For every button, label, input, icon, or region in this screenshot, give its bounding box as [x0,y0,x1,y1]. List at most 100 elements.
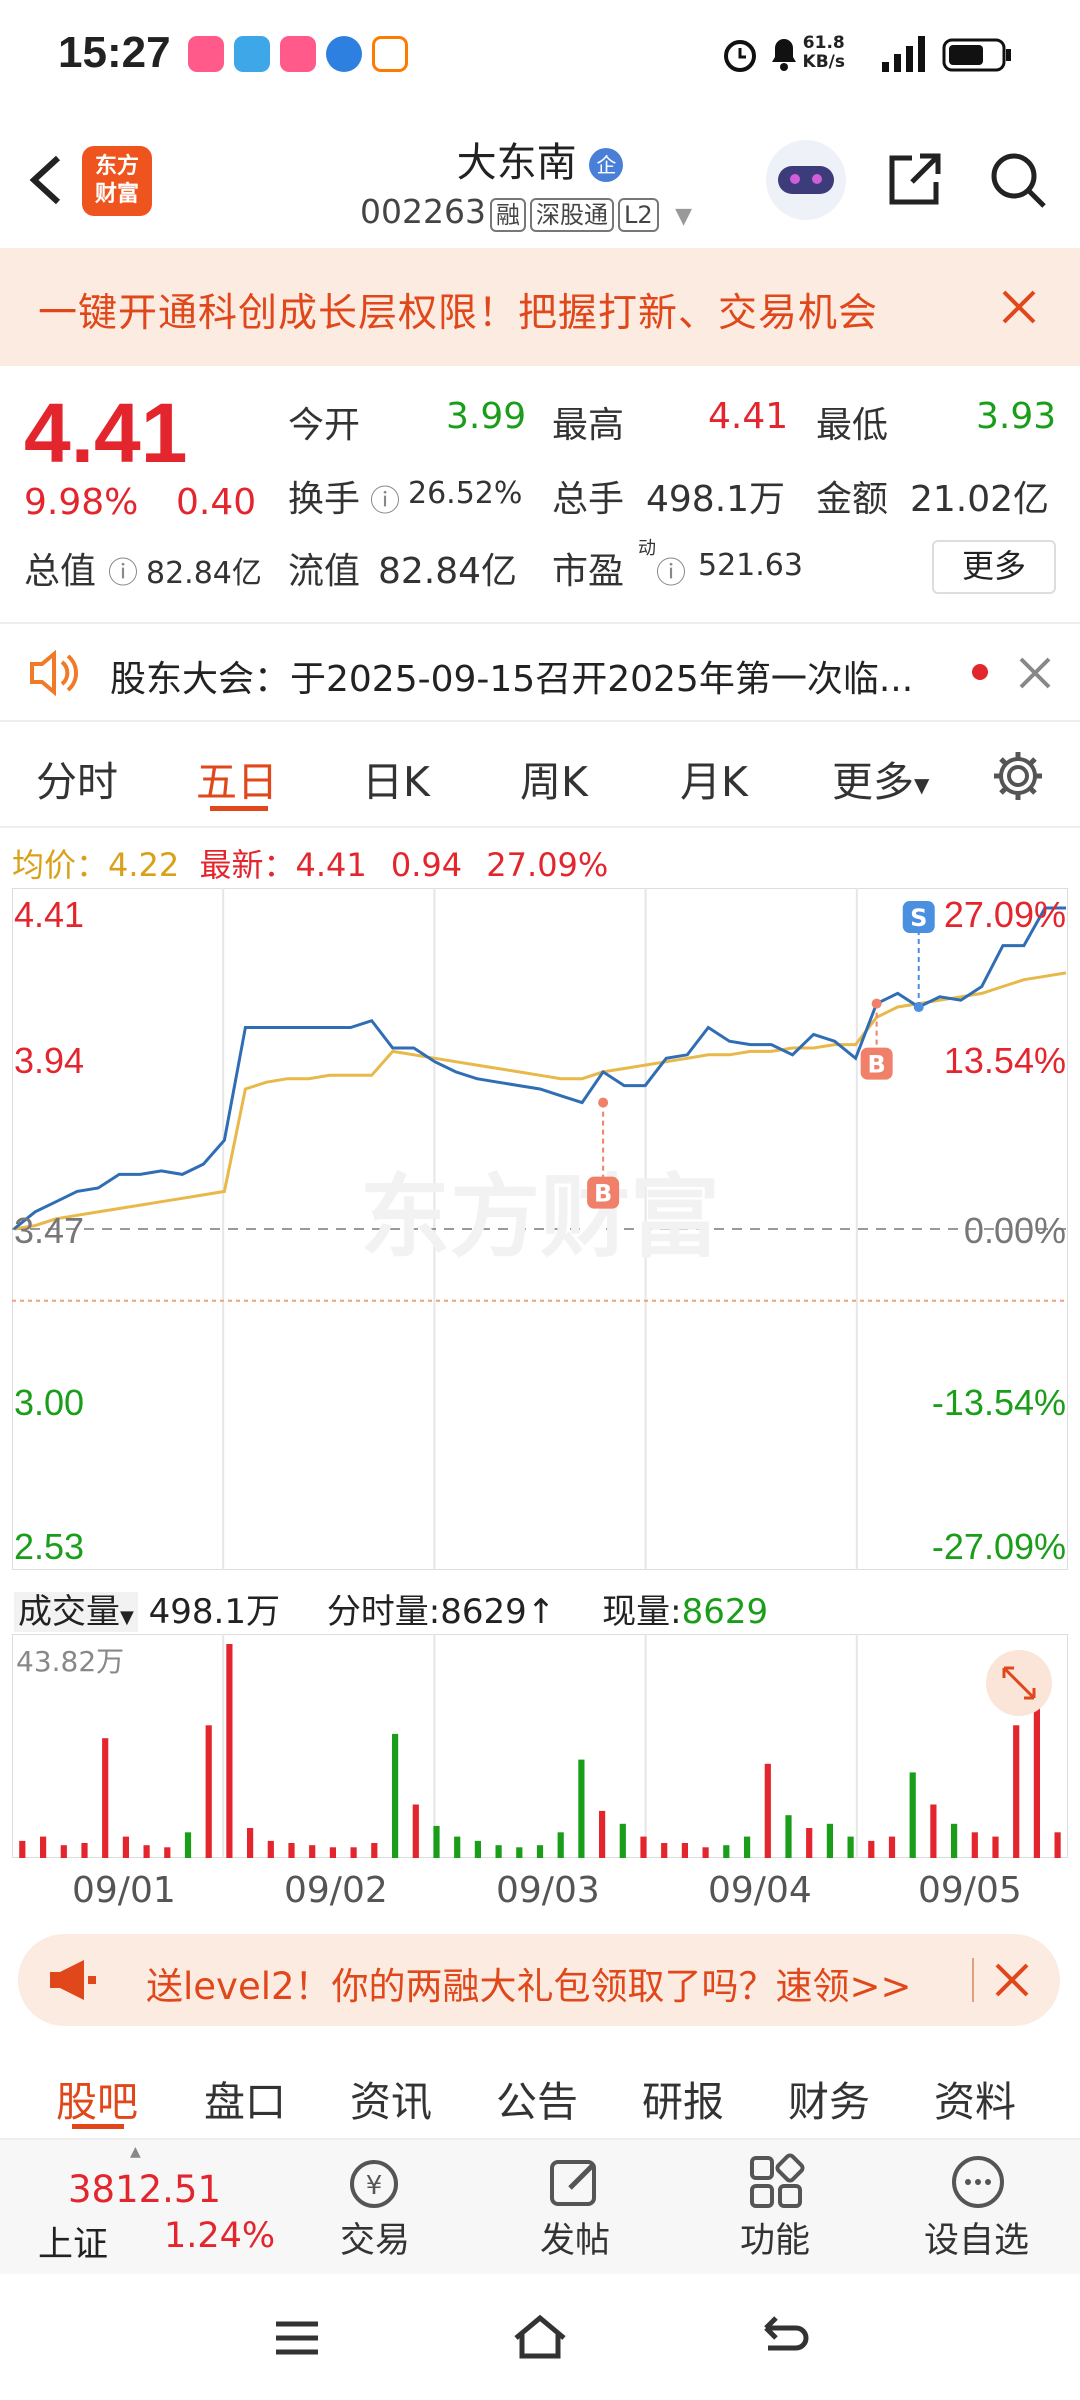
more-button[interactable]: 更多 [932,540,1056,594]
post-label[interactable]: 发帖 [540,2212,610,2263]
function-label[interactable]: 功能 [740,2212,810,2263]
mktcap-label: 总值 [24,551,97,592]
y-tick-right-2: 0.00% [963,1210,1066,1251]
info-icon[interactable]: ⓘ [370,476,400,520]
function-grid-icon[interactable] [746,2152,806,2212]
tab-monthly-k[interactable]: 月K [680,748,748,808]
trade-icon[interactable]: ¥ [342,2154,406,2214]
battery-icon [942,38,1011,72]
volume-bar [971,1832,978,1858]
index-name[interactable]: 上证 [38,2216,108,2267]
tick-volume-value: 8629 [440,1592,527,1632]
volume-bar [868,1840,875,1858]
trade-label[interactable]: 交易 [340,2212,410,2263]
volume-bar [309,1845,316,1858]
volume-selector[interactable]: 成交量▼ [14,1592,138,1632]
dropdown-caret-icon: ▼ [914,773,930,797]
search-icon[interactable] [986,148,1050,212]
tab-more[interactable]: 更多▼ [832,748,929,808]
alarm-icon [724,40,756,72]
compose-icon[interactable] [546,2152,606,2212]
x-tick-2: 09/03 [496,1870,600,1911]
close-icon[interactable] [1018,656,1052,690]
home-icon[interactable] [510,2312,570,2362]
volume-chart[interactable] [12,1634,1068,1858]
back-nav-icon[interactable] [758,2314,810,2360]
y-tick-left-4: 2.53 [14,1526,85,1567]
close-icon[interactable] [994,1962,1030,1998]
tab-finance[interactable]: 财务 [788,2068,870,2128]
amount-value: 21.02亿 [910,479,1050,520]
settings-gear-icon[interactable] [990,748,1046,804]
x-tick-0: 09/01 [72,1870,176,1911]
share-icon[interactable] [884,148,946,210]
y-tick-left-2: 3.47 [14,1210,85,1251]
turnover-value: 26.52% [408,476,523,511]
expand-icon[interactable] [986,1650,1052,1716]
margin-tag: 融 [489,198,526,232]
tab-more-label: 更多 [832,758,914,806]
tab-news[interactable]: 资讯 [350,2068,432,2128]
menu-icon[interactable] [272,2318,322,2358]
notification-bell-icon [772,39,796,71]
tab-intraday[interactable]: 分时 [36,748,118,808]
volume-bar [19,1840,26,1858]
robot-assistant-icon[interactable] [766,140,846,220]
close-icon[interactable] [1000,288,1038,326]
tab-profile[interactable]: 资料 [934,2068,1016,2128]
volume-bar [909,1772,916,1858]
telegram-icon [234,36,270,72]
add-watchlist-icon[interactable] [948,2152,1008,2212]
volume-bar [350,1847,357,1858]
promo-banner[interactable]: 一键开通科创成长层权限！把握打新、交易机会 [0,248,1080,366]
trade-marker-point [871,998,882,1009]
notice-bar[interactable]: 股东大会：于2025-09-15召开2025年第一次临... [0,622,1080,722]
volume-bar [329,1847,336,1858]
level2-promo[interactable]: 送level2！你的两融大礼包领取了吗？速领>> [18,1934,1060,2026]
tab-daily-k[interactable]: 日K [362,748,430,808]
watermark: 东方财富 [360,1165,720,1270]
tab-weekly-k[interactable]: 周K [520,748,588,808]
bilibili-icon [280,36,316,72]
banner-text: 一键开通科创成长层权限！把握打新、交易机会 [38,291,879,336]
y-tick-left-1: 3.94 [14,1040,85,1081]
dropdown-caret-icon[interactable]: ▼ [675,204,692,229]
tab-guba[interactable]: 股吧 [56,2068,138,2128]
trade-marker-label: S [910,904,927,932]
signal-icon [882,36,925,72]
info-icon[interactable]: ⓘ [108,548,138,592]
high-label: 最高 [552,405,625,446]
volume-bar [578,1759,585,1858]
bilibili-icon [188,36,224,72]
index-change[interactable]: 1.24% [164,2216,275,2256]
tab-announcement[interactable]: 公告 [496,2068,578,2128]
volume-bar [640,1836,647,1858]
open-value: 3.99 [446,396,527,437]
volume-bar [454,1836,461,1858]
tab-pankou[interactable]: 盘口 [204,2068,286,2128]
open-label: 今开 [288,405,361,446]
level2-tag: L2 [617,198,659,232]
current-volume-label: 现量: [602,1592,682,1632]
change-percent: 9.98% [24,482,139,523]
latest-change: 0.94 [390,846,463,884]
volume-bar [599,1810,606,1858]
y-tick-left-3: 3.00 [14,1382,85,1423]
volume-bar [288,1843,295,1858]
add-watchlist-label[interactable]: 设自选 [924,2212,1029,2263]
volume-bar [184,1832,192,1858]
tab-research[interactable]: 研报 [642,2068,724,2128]
tab-five-day[interactable]: 五日 [196,748,278,808]
five-day-price-chart[interactable]: 东方财富 B B S [12,888,1068,1570]
info-icon[interactable]: ⓘ [656,548,686,592]
volume-value: 498.1万 [646,479,786,520]
active-tab-indicator [210,806,268,811]
volume-bar [723,1845,730,1858]
enterprise-badge-icon: 企 [589,148,624,182]
didi-icon [372,36,408,72]
low-label: 最低 [816,405,889,446]
pe-value: 521.63 [698,548,803,583]
dropdown-caret-icon: ▼ [120,1607,134,1628]
index-value[interactable]: 3812.51 [68,2168,221,2211]
volume-bar [40,1836,47,1858]
